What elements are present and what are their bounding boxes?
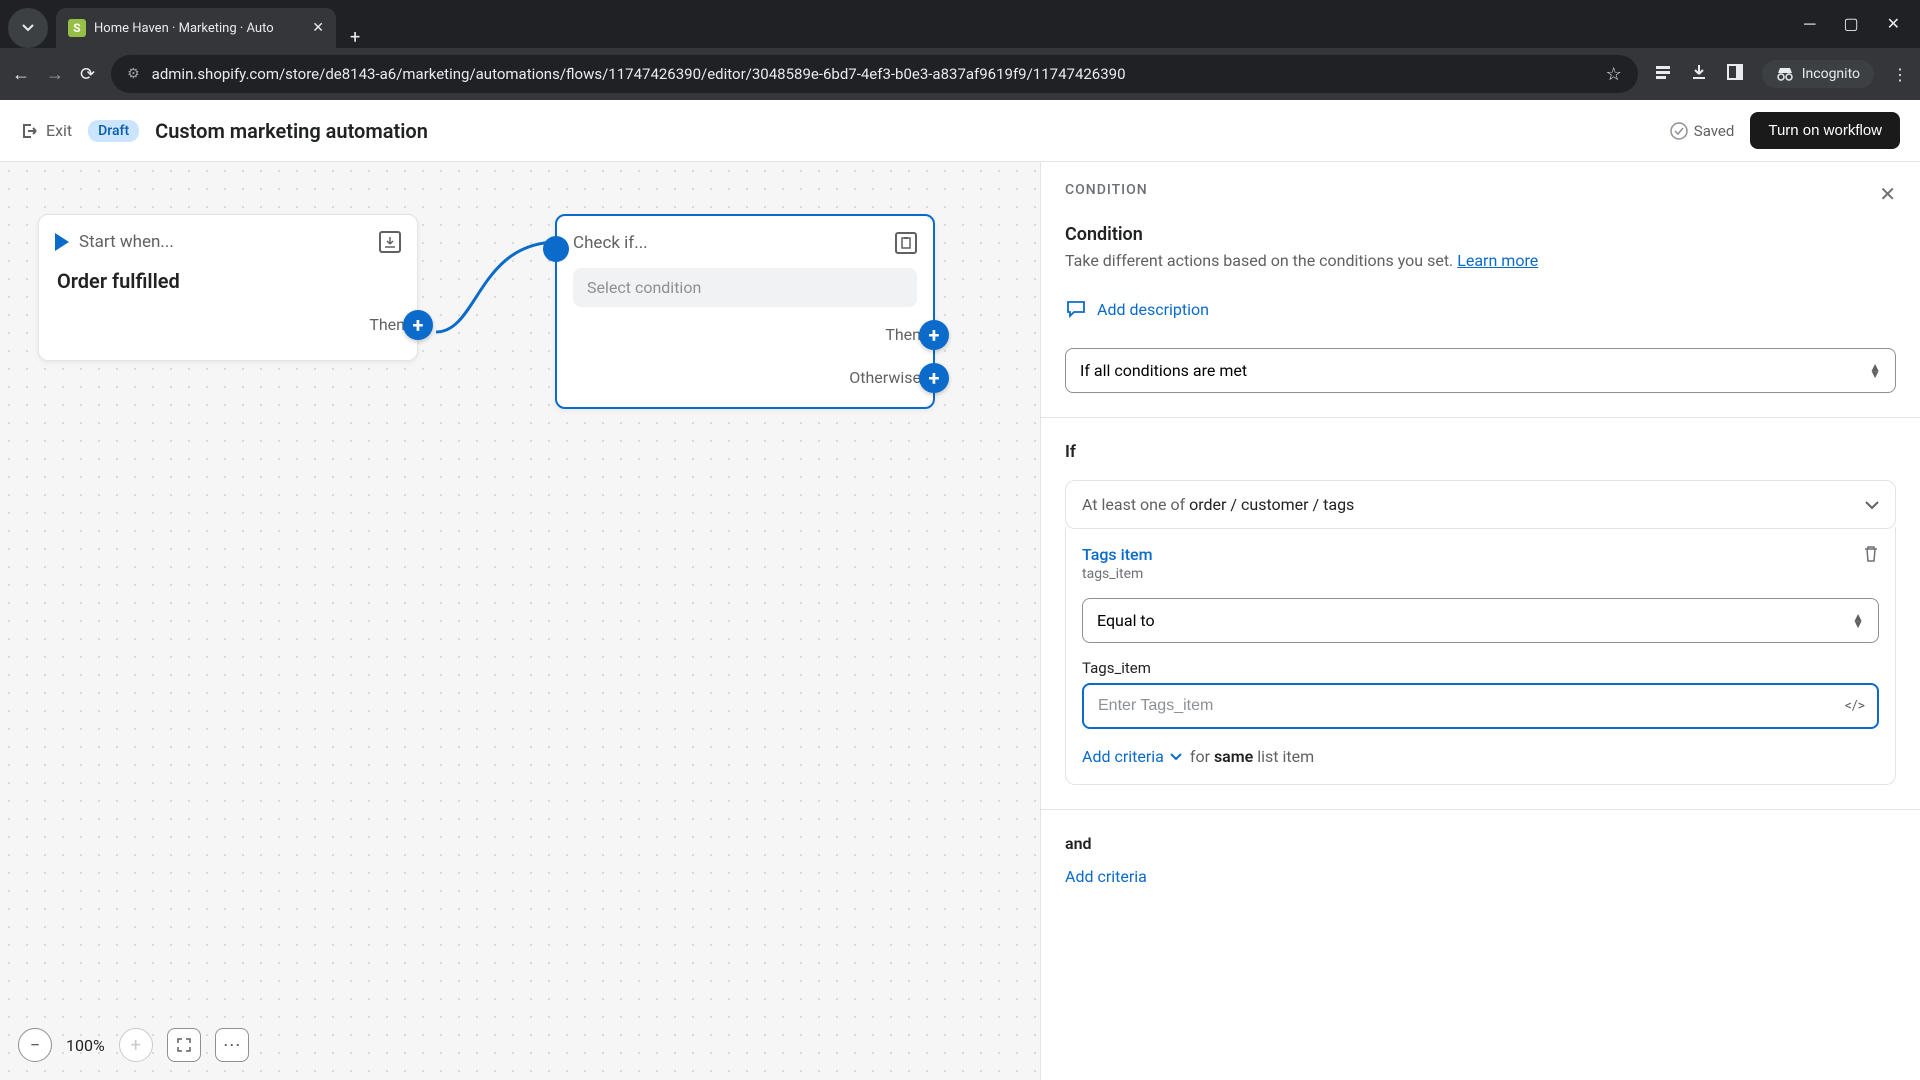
page-title: Custom marketing automation	[155, 119, 428, 143]
operator-select[interactable]: Equal to ▲▼	[1082, 598, 1879, 643]
close-panel-icon[interactable]: ✕	[1879, 182, 1896, 206]
condition-panel: CONDITION ✕ Condition Take different act…	[1040, 162, 1920, 1080]
criteria-block: Tags item tags_item Equal to ▲▼ Tags_ite…	[1065, 527, 1896, 785]
add-then-step-button[interactable]: +	[919, 320, 949, 350]
close-window-icon[interactable]: ✕	[1887, 14, 1900, 34]
tags-item-input[interactable]	[1082, 683, 1879, 729]
browser-tab[interactable]: S Home Haven · Marketing · Auto ✕	[56, 8, 336, 48]
divider	[1041, 809, 1920, 810]
learn-more-link[interactable]: Learn more	[1457, 251, 1538, 270]
panel-description: Take different actions based on the cond…	[1065, 251, 1896, 270]
add-otherwise-step-button[interactable]: +	[919, 363, 949, 393]
fit-view-button[interactable]	[167, 1028, 201, 1062]
browser-tab-strip: S Home Haven · Marketing · Auto ✕ + ─ ▢ …	[0, 0, 1920, 48]
criteria-field-link[interactable]: Tags item	[1082, 545, 1153, 564]
downloads-icon[interactable]	[1690, 63, 1708, 85]
bookmark-star-icon[interactable]: ☆	[1606, 64, 1622, 85]
select-arrows-icon: ▲▼	[1852, 614, 1864, 628]
delete-criteria-button[interactable]	[1863, 545, 1879, 567]
criteria-field-key: tags_item	[1082, 566, 1153, 582]
speech-bubble-icon	[1065, 298, 1087, 320]
flow-node-condition[interactable]: Check if... Select condition Then + Othe…	[555, 214, 935, 409]
canvas-more-button[interactable]: ⋯	[215, 1028, 249, 1062]
exit-button[interactable]: Exit	[20, 121, 72, 140]
window-controls: ─ ▢ ✕	[1804, 14, 1920, 34]
zoom-out-button[interactable]: −	[18, 1028, 52, 1062]
match-mode-select[interactable]: If all conditions are met ▲▼	[1065, 348, 1896, 393]
incognito-icon	[1776, 67, 1794, 81]
panel-title: Condition	[1065, 224, 1896, 245]
same-item-text: for same list item	[1190, 747, 1314, 766]
tab-search-button[interactable]	[8, 8, 48, 48]
add-criteria-button[interactable]: Add criteria	[1065, 867, 1896, 886]
play-icon	[55, 233, 69, 251]
maximize-icon[interactable]: ▢	[1843, 14, 1858, 34]
zoom-in-button[interactable]: +	[119, 1028, 153, 1062]
inlet-dot	[543, 236, 569, 262]
draft-badge: Draft	[88, 120, 139, 142]
side-panel-icon[interactable]	[1726, 63, 1744, 85]
add-criteria-same-button[interactable]: Add criteria	[1082, 747, 1182, 766]
site-info-icon[interactable]: ⚙	[127, 66, 140, 82]
check-circle-icon	[1670, 122, 1688, 140]
select-condition-placeholder[interactable]: Select condition	[573, 268, 917, 307]
chevron-down-icon	[1865, 495, 1879, 514]
node-title: Check if...	[573, 233, 885, 253]
add-description-button[interactable]: Add description	[1065, 292, 1896, 326]
saved-indicator: Saved	[1670, 122, 1735, 140]
shopify-favicon: S	[68, 19, 86, 37]
and-label: and	[1065, 834, 1896, 853]
reload-button[interactable]: ⟳	[80, 64, 95, 85]
browser-menu-icon[interactable]: ⋮	[1892, 65, 1908, 84]
back-button[interactable]: ←	[12, 64, 30, 85]
clipboard-icon	[895, 232, 917, 254]
flow-canvas[interactable]: Start when... Order fulfilled Then + Che…	[0, 162, 1040, 1080]
tab-title: Home Haven · Marketing · Auto	[94, 21, 304, 36]
extensions-icon[interactable]	[1654, 63, 1672, 85]
incognito-badge[interactable]: Incognito	[1762, 60, 1874, 88]
tab-close-icon[interactable]: ✕	[312, 20, 324, 36]
canvas-controls: − 100% + ⋯	[18, 1028, 249, 1062]
exit-icon	[20, 122, 38, 140]
code-icon[interactable]: </>	[1845, 698, 1865, 714]
node-title: Start when...	[79, 232, 369, 252]
turn-on-workflow-button[interactable]: Turn on workflow	[1750, 112, 1900, 149]
zoom-level: 100%	[66, 1036, 105, 1055]
minimize-icon[interactable]: ─	[1804, 14, 1815, 34]
select-arrows-icon: ▲▼	[1869, 364, 1881, 378]
value-input-label: Tags_item	[1082, 659, 1879, 677]
chevron-down-icon	[22, 24, 34, 32]
divider	[1041, 417, 1920, 418]
scope-selector[interactable]: At least one of order / customer / tags	[1065, 480, 1896, 529]
forward-button[interactable]: →	[46, 64, 64, 85]
url-text: admin.shopify.com/store/de8143-a6/market…	[152, 65, 1594, 83]
download-icon	[379, 231, 401, 253]
node-trigger-value: Order fulfilled	[39, 263, 417, 309]
panel-eyebrow: CONDITION	[1065, 182, 1148, 198]
if-label: If	[1065, 442, 1896, 462]
chevron-down-icon	[1170, 753, 1182, 761]
address-bar[interactable]: ⚙ admin.shopify.com/store/de8143-a6/mark…	[111, 55, 1638, 93]
browser-toolbar: ← → ⟳ ⚙ admin.shopify.com/store/de8143-a…	[0, 48, 1920, 100]
app-header: Exit Draft Custom marketing automation S…	[0, 100, 1920, 162]
new-tab-button[interactable]: +	[336, 27, 374, 48]
flow-node-start[interactable]: Start when... Order fulfilled Then +	[38, 214, 418, 361]
